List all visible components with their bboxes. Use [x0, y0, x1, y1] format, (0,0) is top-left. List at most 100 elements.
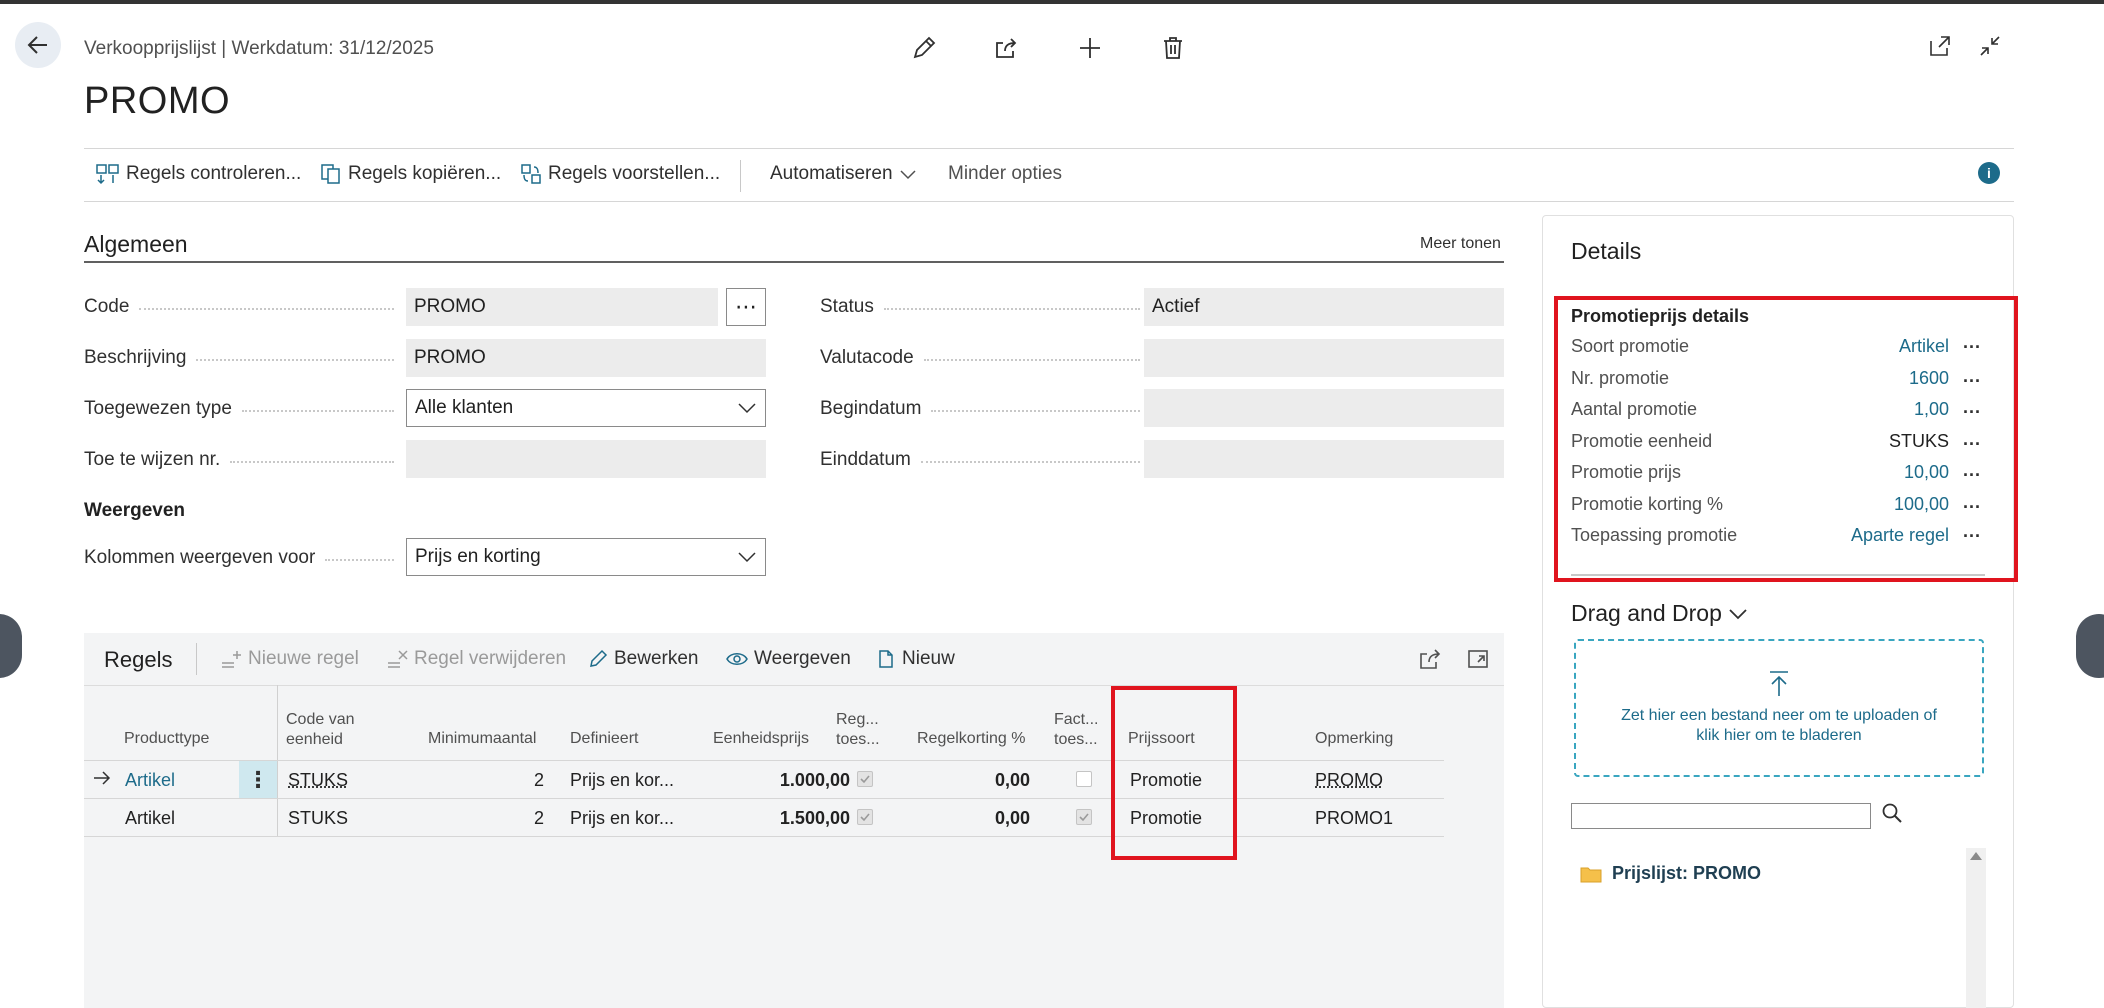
- assigned-type-value: Alle klanten: [415, 397, 513, 419]
- general-section-title[interactable]: Algemeen: [84, 231, 188, 258]
- share-icon[interactable]: [1412, 641, 1448, 677]
- page-title: PROMO: [84, 80, 230, 123]
- defines-cell[interactable]: Prijs en kor...: [570, 808, 674, 829]
- search-icon[interactable]: [1880, 801, 1904, 830]
- divider: [84, 148, 2014, 149]
- promo-unit-label: Promotie eenheid: [1571, 431, 1712, 452]
- product-type-cell[interactable]: Artikel: [125, 770, 175, 791]
- view-button[interactable]: Weergeven: [726, 648, 851, 670]
- end-date-label: Einddatum: [820, 449, 1140, 471]
- assigned-type-label: Toegewezen type: [84, 398, 394, 420]
- description-field[interactable]: PROMO: [406, 339, 766, 377]
- assigned-type-select[interactable]: Alle klanten: [406, 389, 766, 427]
- more-icon[interactable]: ...: [1963, 366, 1981, 387]
- open-new-window-icon[interactable]: [1922, 28, 1958, 64]
- back-button[interactable]: [15, 22, 61, 68]
- suggest-lines-action[interactable]: Regels voorstellen...: [520, 163, 720, 185]
- line-discount-cell[interactable]: 0,00: [944, 770, 1030, 791]
- invoice-allowed-checkbox[interactable]: [1076, 771, 1092, 787]
- col-remark[interactable]: Opmerking: [1315, 729, 1393, 749]
- table-row[interactable]: Artikel ⋮ STUKS 2 Prijs en kor... 1.000,…: [84, 761, 1444, 798]
- delete-line-button[interactable]: Regel verwijderen: [386, 648, 566, 670]
- columns-select[interactable]: Prijs en korting: [406, 538, 766, 576]
- unit-cell[interactable]: STUKS: [288, 808, 348, 829]
- invoice-allowed-checkbox[interactable]: [1076, 809, 1092, 825]
- min-qty-cell[interactable]: 2: [444, 770, 544, 791]
- promo-no-value[interactable]: 1600: [1909, 368, 1949, 389]
- promo-type-value[interactable]: Artikel: [1899, 336, 1949, 357]
- fewer-options-button[interactable]: Minder opties: [948, 163, 1062, 185]
- line-discount-cell[interactable]: 0,00: [944, 808, 1030, 829]
- share-icon[interactable]: [988, 30, 1024, 66]
- remark-cell[interactable]: PROMO: [1315, 770, 1383, 791]
- code-field[interactable]: PROMO: [406, 288, 718, 326]
- code-lookup-button[interactable]: ⋯: [726, 288, 766, 326]
- assign-no-field[interactable]: [406, 440, 766, 478]
- more-icon[interactable]: ...: [1963, 460, 1981, 481]
- remark-cell[interactable]: PROMO1: [1315, 808, 1393, 829]
- edit-button[interactable]: Bewerken: [588, 648, 699, 670]
- delete-icon[interactable]: [1155, 30, 1191, 66]
- table-row[interactable]: Artikel STUKS 2 Prijs en kor... 1.500,00…: [84, 799, 1444, 836]
- more-icon[interactable]: ...: [1963, 521, 1981, 542]
- currency-field[interactable]: [1144, 339, 1504, 377]
- check-lines-action[interactable]: Regels controleren...: [96, 163, 301, 185]
- line-allowed-checkbox[interactable]: [857, 771, 873, 787]
- promo-discount-value[interactable]: 100,00: [1894, 494, 1949, 515]
- new-line-button[interactable]: Nieuwe regel: [220, 648, 359, 670]
- more-icon[interactable]: ...: [1963, 429, 1981, 450]
- unit-cell[interactable]: STUKS: [288, 770, 348, 791]
- chevron-down-icon: [1728, 608, 1748, 620]
- col-unit-price[interactable]: Eenheidsprijs: [713, 729, 809, 749]
- suggest-lines-icon: [520, 163, 542, 185]
- unit-price-cell[interactable]: 1.000,00: [724, 770, 850, 791]
- info-icon[interactable]: i: [1978, 162, 2000, 184]
- dragdrop-search-input[interactable]: [1571, 803, 1871, 829]
- show-more-link[interactable]: Meer tonen: [1420, 235, 1501, 253]
- promo-unit-value[interactable]: STUKS: [1889, 431, 1949, 452]
- columns-label: Kolommen weergeven voor: [84, 547, 394, 569]
- expand-icon[interactable]: [1460, 641, 1496, 677]
- copy-lines-action[interactable]: Regels kopiëren...: [320, 163, 501, 185]
- window-top-border: [0, 0, 2104, 4]
- edit-pencil-icon[interactable]: [906, 30, 942, 66]
- automate-menu[interactable]: Automatiseren: [770, 163, 917, 185]
- promo-application-value[interactable]: Aparte regel: [1851, 525, 1949, 546]
- col-line-allowed[interactable]: Reg... toes...: [836, 710, 880, 750]
- file-dropzone[interactable]: Zet hier een bestand neer om te uploaden…: [1574, 639, 1984, 777]
- dragdrop-header[interactable]: Drag and Drop: [1571, 600, 1748, 627]
- more-icon[interactable]: ...: [1963, 397, 1981, 418]
- status-field[interactable]: Actief: [1144, 288, 1504, 326]
- start-date-field[interactable]: [1144, 389, 1504, 427]
- next-page-arrow[interactable]: [2076, 614, 2104, 678]
- automate-label: Automatiseren: [770, 163, 893, 185]
- previous-page-arrow[interactable]: [0, 614, 22, 678]
- unit-price-cell[interactable]: 1.500,00: [724, 808, 850, 829]
- col-min-qty[interactable]: Minimumaantal: [428, 729, 536, 749]
- promo-qty-value[interactable]: 1,00: [1914, 399, 1949, 420]
- col-defines[interactable]: Definieert: [570, 729, 638, 749]
- line-allowed-checkbox[interactable]: [857, 809, 873, 825]
- add-icon[interactable]: [1072, 30, 1108, 66]
- col-line-discount[interactable]: Regelkorting %: [917, 729, 1026, 749]
- defines-cell[interactable]: Prijs en kor...: [570, 770, 674, 791]
- folder-item[interactable]: Prijslijst: PROMO: [1580, 863, 1761, 884]
- row-actions-icon[interactable]: ⋮: [239, 761, 277, 798]
- promo-fields: Soort promotie Artikel ... Nr. promotie …: [1571, 336, 1981, 557]
- action-separator: [740, 160, 741, 192]
- col-product-type[interactable]: Producttype: [124, 729, 209, 749]
- lines-title[interactable]: Regels: [104, 647, 172, 673]
- col-unit-code[interactable]: Code van eenheid: [286, 710, 355, 750]
- col-invoice-allowed[interactable]: Fact... toes...: [1054, 710, 1098, 750]
- new-button[interactable]: Nieuw: [876, 648, 955, 670]
- product-type-cell[interactable]: Artikel: [125, 808, 175, 829]
- min-qty-cell[interactable]: 2: [444, 808, 544, 829]
- scroll-up-icon[interactable]: [1966, 848, 1986, 864]
- more-icon[interactable]: ...: [1963, 332, 1981, 353]
- more-icon[interactable]: ...: [1963, 492, 1981, 513]
- description-label: Beschrijving: [84, 347, 394, 369]
- end-date-field[interactable]: [1144, 440, 1504, 478]
- promo-price-value[interactable]: 10,00: [1904, 462, 1949, 483]
- folder-list-scrollbar[interactable]: [1966, 848, 1986, 1008]
- collapse-icon[interactable]: [1972, 28, 2008, 64]
